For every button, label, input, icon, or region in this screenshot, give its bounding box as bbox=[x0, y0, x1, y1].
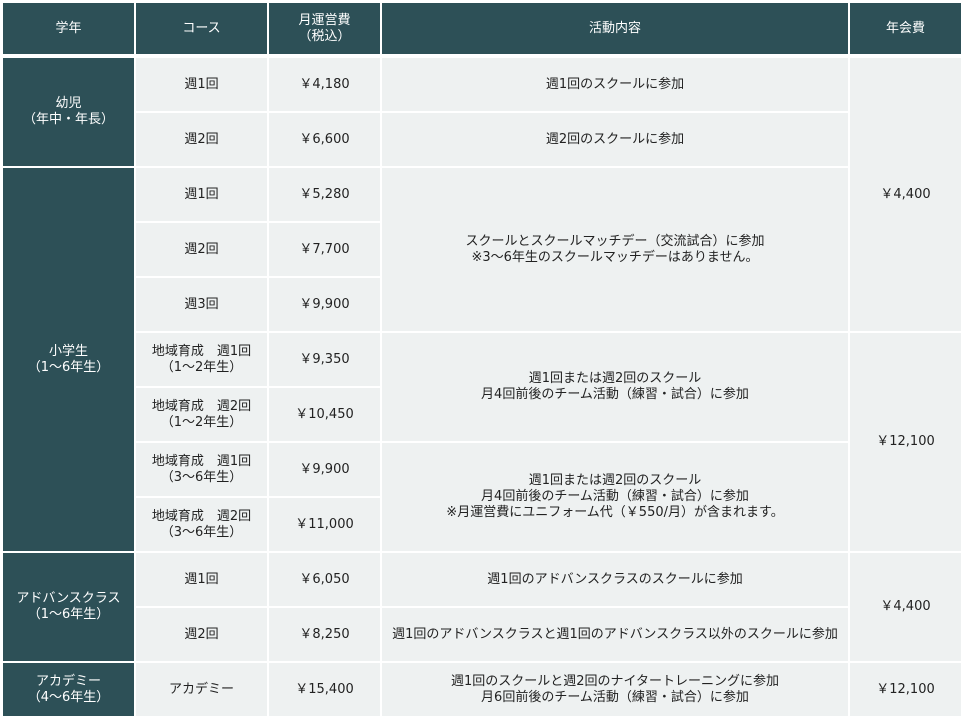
activity-line: 週1回のアドバンスクラスと週1回のアドバンスクラス以外のスクールに参加 bbox=[392, 626, 838, 642]
activity-cell: 週1回のアドバンスクラスのスクールに参加 bbox=[382, 553, 848, 606]
course-sub-label: （3～6年生） bbox=[160, 469, 243, 485]
fee-cell: ￥7,700 bbox=[269, 223, 380, 276]
grade-academy: アカデミー （4～6年生） bbox=[3, 663, 134, 716]
grade-sub-label: （年中・年長） bbox=[22, 112, 114, 127]
table-row: 小学生 （1～6年生） 週1回 ￥5,280 スクールとスクールマッチデー（交流… bbox=[3, 168, 961, 551]
fee-cell: ￥8,250 bbox=[269, 608, 380, 661]
activity-note: ※月運営費にユニフォーム代（￥550/月）が含まれます。 bbox=[446, 505, 784, 520]
activity-line: 週1回のアドバンスクラスのスクールに参加 bbox=[487, 571, 743, 587]
activity-line: 月4回前後のチーム活動（練習・試合）に参加 bbox=[481, 387, 749, 402]
fee-table: 学年 コース 月運営費 （税込） 活動内容 年会費 幼児 （年中・年長） 週1回… bbox=[1, 1, 963, 718]
activity-line: 月4回前後のチーム活動（練習・試合）に参加 bbox=[481, 489, 749, 504]
table-row: アドバンスクラス （1～6年生） 週1回 ￥6,050 週1回のアドバンスクラス… bbox=[3, 553, 961, 661]
course-cell: 週2回 bbox=[136, 608, 267, 661]
fee-cell: ￥15,400 bbox=[269, 663, 380, 716]
annual-fee-cell: ￥12,100 bbox=[850, 333, 961, 551]
fee-cell: ￥11,000 bbox=[269, 498, 380, 551]
grade-label: アドバンスクラス bbox=[16, 591, 121, 606]
table-row: 地域育成 週1回 （3～6年生） ￥9,900 週1回または週2回のスクール 月… bbox=[3, 443, 961, 551]
header-activity: 活動内容 bbox=[382, 3, 848, 54]
activity-line: 週1回または週2回のスクール bbox=[528, 371, 702, 386]
annual-fee-cell: ￥4,400 bbox=[850, 58, 961, 331]
table-row: アカデミー （4～6年生） アカデミー ￥15,400 週1回のスクールと週2回… bbox=[3, 663, 961, 716]
activity-cell: 週1回のスクールに参加 bbox=[382, 58, 848, 111]
fee-cell: ￥5,280 bbox=[269, 168, 380, 221]
grade-sub-label: （1～6年生） bbox=[27, 607, 110, 622]
header-monthly-fee-note: （税込） bbox=[298, 28, 351, 44]
activity-cell: スクールとスクールマッチデー（交流試合）に参加 ※3～6年生のスクールマッチデー… bbox=[382, 168, 848, 331]
course-label: 地域育成 週1回 bbox=[151, 343, 252, 359]
fee-cell: ￥6,600 bbox=[269, 113, 380, 166]
activity-line: 週1回のスクールに参加 bbox=[545, 76, 685, 92]
course-label: 週1回 bbox=[184, 186, 219, 202]
activity-line: 週1回のスクールと週2回のナイタートレーニングに参加 bbox=[450, 673, 780, 689]
activity-cell: 週1回のスクールと週2回のナイタートレーニングに参加 月6回前後のチーム活動（練… bbox=[382, 663, 848, 716]
activity-cell: 週2回のスクールに参加 bbox=[382, 113, 848, 166]
grade-advanced: アドバンスクラス （1～6年生） bbox=[3, 553, 134, 661]
course-sub-label: （1～2年生） bbox=[160, 359, 243, 375]
course-label: アカデミー bbox=[168, 681, 234, 697]
fee-cell: ￥9,900 bbox=[269, 443, 380, 496]
fee-cell: ￥4,180 bbox=[269, 58, 380, 111]
fee-cell: ￥9,350 bbox=[269, 333, 380, 386]
course-sub-label: （3～6年生） bbox=[160, 524, 243, 540]
course-cell: 地域育成 週1回 （1～2年生） bbox=[136, 333, 267, 386]
fee-cell: ￥10,450 bbox=[269, 388, 380, 441]
header-row: 学年 コース 月運営費 （税込） 活動内容 年会費 bbox=[3, 3, 961, 54]
grade-label: 幼児 bbox=[55, 96, 82, 111]
activity-cell: 週1回または週2回のスクール 月4回前後のチーム活動（練習・試合）に参加 bbox=[382, 333, 848, 441]
course-cell: 週2回 bbox=[136, 113, 267, 166]
header-annual-fee: 年会費 bbox=[850, 3, 961, 54]
course-cell: 週1回 bbox=[136, 168, 267, 221]
fee-cell: ￥9,900 bbox=[269, 278, 380, 331]
header-monthly-fee-line: 月運営費 bbox=[298, 12, 351, 28]
annual-fee-cell: ￥4,400 bbox=[850, 553, 961, 661]
activity-cell: 週1回のアドバンスクラスと週1回のアドバンスクラス以外のスクールに参加 bbox=[382, 608, 848, 661]
table-row: 週2回 ￥8,250 週1回のアドバンスクラスと週1回のアドバンスクラス以外のス… bbox=[3, 608, 961, 661]
course-label: 週2回 bbox=[184, 241, 219, 257]
course-cell: 週1回 bbox=[136, 58, 267, 111]
grade-label: 小学生 bbox=[48, 343, 88, 359]
activity-line: 月6回前後のチーム活動（練習・試合）に参加 bbox=[481, 689, 749, 705]
activity-line: 週2回のスクールに参加 bbox=[545, 131, 685, 147]
course-cell: アカデミー bbox=[136, 663, 267, 716]
course-cell: 週3回 bbox=[136, 278, 267, 331]
grade-sub-label: （4～6年生） bbox=[27, 689, 110, 705]
course-cell: 地域育成 週1回 （3～6年生） bbox=[136, 443, 267, 496]
fee-cell: ￥6,050 bbox=[269, 553, 380, 606]
course-label: 地域育成 週2回 bbox=[151, 398, 252, 414]
course-cell: 週1回 bbox=[136, 553, 267, 606]
table-row: 地域育成 週1回 （1～2年生） ￥9,350 週1回または週2回のスクール 月… bbox=[3, 333, 961, 551]
course-cell: 週2回 bbox=[136, 223, 267, 276]
course-label: 地域育成 週1回 bbox=[151, 453, 252, 469]
course-sub-label: （1～2年生） bbox=[160, 414, 243, 430]
course-cell: 地域育成 週2回 （1～2年生） bbox=[136, 388, 267, 441]
grade-infant: 幼児 （年中・年長） bbox=[3, 58, 134, 166]
table-row: 週2回 ￥6,600 週2回のスクールに参加 bbox=[3, 113, 961, 166]
grade-elementary: 小学生 （1～6年生） bbox=[3, 168, 134, 551]
activity-cell: 週1回または週2回のスクール 月4回前後のチーム活動（練習・試合）に参加 ※月運… bbox=[382, 443, 848, 551]
annual-fee-cell: ￥12,100 bbox=[850, 663, 961, 716]
course-label: 週3回 bbox=[184, 296, 219, 312]
course-label: 週1回 bbox=[184, 76, 219, 92]
activity-line: 週1回または週2回のスクール bbox=[528, 473, 702, 488]
course-cell: 地域育成 週2回 （3～6年生） bbox=[136, 498, 267, 551]
course-label: 週2回 bbox=[184, 131, 219, 147]
grade-label: アカデミー bbox=[35, 673, 101, 689]
activity-line: ※3～6年生のスクールマッチデーはありません。 bbox=[471, 249, 759, 265]
course-label: 週2回 bbox=[184, 626, 219, 642]
header-grade: 学年 bbox=[3, 3, 134, 54]
grade-sub-label: （1～6年生） bbox=[27, 359, 110, 375]
table-row: 幼児 （年中・年長） 週1回 ￥4,180 週1回のスクールに参加 ￥4,400 bbox=[3, 58, 961, 331]
header-monthly-fee: 月運営費 （税込） bbox=[269, 3, 380, 54]
course-label: 週1回 bbox=[184, 571, 219, 587]
course-label: 地域育成 週2回 bbox=[151, 508, 252, 524]
activity-line: スクールとスクールマッチデー（交流試合）に参加 bbox=[465, 233, 765, 249]
header-course: コース bbox=[136, 3, 267, 54]
